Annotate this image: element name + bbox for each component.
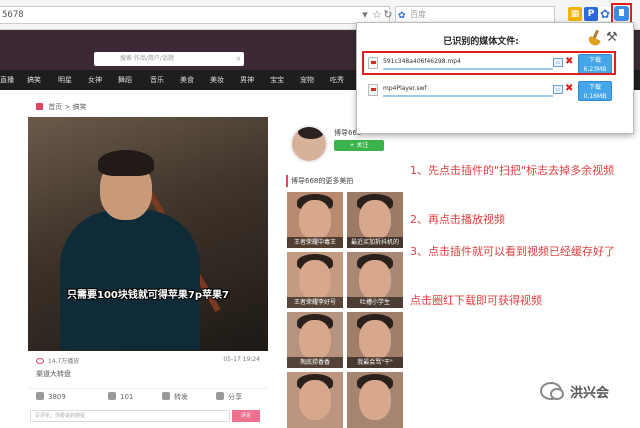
browser-search-placeholder: 百度 [410, 10, 426, 19]
comment-icon [108, 392, 116, 400]
search-icon[interactable]: ⌕ [237, 52, 241, 66]
address-bar[interactable]: 5678 [0, 6, 390, 24]
video-thumbnail[interactable]: 我最会骂"干" [347, 312, 403, 368]
nav-item[interactable]: 直播 [0, 74, 14, 86]
thumbnail-caption: 我最会骂"干" [347, 357, 403, 368]
breadcrumb-separator: > [64, 103, 71, 111]
video-person-hair [98, 150, 154, 176]
swf-file-icon [368, 84, 378, 96]
more-videos-title: 博导668的更多美拍 [286, 175, 406, 187]
repost-button[interactable]: 转发 [162, 392, 188, 402]
nav-item[interactable]: 男神 [240, 74, 254, 86]
share-label: 分享 [228, 393, 242, 401]
thumbnail-caption: 王者荣耀中毒王 [287, 237, 343, 248]
nav-item[interactable]: 明星 [58, 74, 72, 86]
breadcrumb-current[interactable]: 搞笑 [73, 103, 87, 111]
breadcrumb-home[interactable]: 首页 [48, 103, 62, 111]
baidu-paw-icon: ✿ [398, 11, 406, 21]
download-highlight-circle [362, 51, 616, 75]
instruction-final: 点击圈红下载即可获得视频 [410, 294, 542, 307]
preview-icon[interactable]: ▭ [553, 85, 563, 94]
like-icon [36, 392, 44, 400]
download-button[interactable]: 下载 0.16MB [578, 81, 612, 101]
like-button[interactable]: 3809 [36, 392, 66, 401]
share-icon [216, 392, 224, 400]
nav-item[interactable]: 美妆 [210, 74, 224, 86]
video-thumbnail[interactable]: 掏底捞香香 [287, 312, 343, 368]
refresh-icon[interactable]: ↻ [381, 8, 395, 22]
instruction-step-1: 1、先点击插件的"扫把"标志去掉多余视频 [410, 164, 615, 177]
comment-button[interactable]: 101 [108, 392, 133, 401]
nav-item[interactable]: 舞蹈 [118, 74, 132, 86]
instruction-step-2: 2、再点击播放视频 [410, 213, 505, 226]
download-size: 0.16MB [583, 93, 607, 100]
instruction-step-3: 3、点击插件就可以看到视频已经缓存好了 [410, 245, 615, 258]
thumbnail-caption: 最近买加拆抖机的 [347, 237, 403, 248]
video-person-body [60, 210, 200, 350]
p-extension-icon[interactable]: P [584, 7, 598, 21]
video-thumbnail[interactable]: 王者荣耀李好号 [287, 252, 343, 308]
video-date: 05-17 19:24 [223, 356, 260, 363]
popup-title: 已识别的媒体文件: [443, 37, 519, 47]
thumbnail-caption: 王者荣耀李好号 [287, 297, 343, 308]
wechat-icon-part [550, 388, 564, 400]
thumbnail-caption: 掏底捞香香 [287, 357, 343, 368]
site-search-placeholder: 搜索 作品/用户/话题 [120, 55, 174, 62]
nav-item[interactable]: 吃秀 [330, 74, 344, 86]
breadcrumb: 首页 > 搞笑 [36, 102, 236, 114]
video-subtitle: 只需要100块钱就可得苹果7p苹果7 [67, 290, 229, 301]
repost-icon [162, 392, 170, 400]
views-icon [36, 358, 44, 364]
follow-button[interactable]: + 关注 [334, 140, 384, 151]
thumbnail-caption: 吐槽小学生 [347, 297, 403, 308]
nav-item[interactable]: 宝宝 [270, 74, 284, 86]
grid-extension-icon[interactable]: ▦ [568, 7, 582, 21]
uploader-avatar[interactable] [290, 125, 328, 163]
video-meta: 14.7万播放 05-17 19:24 [36, 356, 266, 368]
paw-extension-icon[interactable]: ✿ [598, 7, 612, 21]
site-search-input[interactable]: 搜索 作品/用户/话题 ⌕ [94, 52, 244, 66]
comment-count: 101 [120, 393, 134, 401]
delete-icon[interactable]: ✖ [565, 84, 573, 94]
watermark-text: 洪兴会 [570, 386, 610, 401]
video-thumbnail[interactable]: 最近买加拆抖机的 [347, 192, 403, 248]
home-icon [36, 103, 43, 110]
file-progress [383, 95, 553, 97]
nav-item[interactable]: 音乐 [150, 74, 164, 86]
watermark: 洪兴会 [540, 380, 640, 404]
file-name: mp4Player.swf [383, 85, 427, 92]
comment-submit-button[interactable]: 评论 [232, 410, 260, 422]
video-thumbnail[interactable]: 王者荣耀中毒王 [287, 192, 343, 248]
nav-item[interactable]: 美食 [180, 74, 194, 86]
tools-icon[interactable]: ⚒ [606, 30, 618, 45]
video-caption[interactable]: 渠道大转盘 [36, 369, 71, 379]
comment-input[interactable]: 写评论，你要说的感受 [30, 410, 230, 422]
download-label: 下载 [588, 84, 601, 91]
like-count: 3809 [48, 393, 66, 401]
repost-label: 转发 [174, 393, 188, 401]
video-thumbnail[interactable]: 吐槽小学生 [347, 252, 403, 308]
share-button[interactable]: 分享 [216, 392, 242, 402]
video-views: 14.7万播放 [47, 358, 80, 365]
nav-item[interactable]: 搞笑 [27, 74, 41, 86]
nav-item[interactable]: 女神 [88, 74, 102, 86]
nav-item[interactable]: 宠物 [300, 74, 314, 86]
broom-icon[interactable] [587, 29, 602, 48]
